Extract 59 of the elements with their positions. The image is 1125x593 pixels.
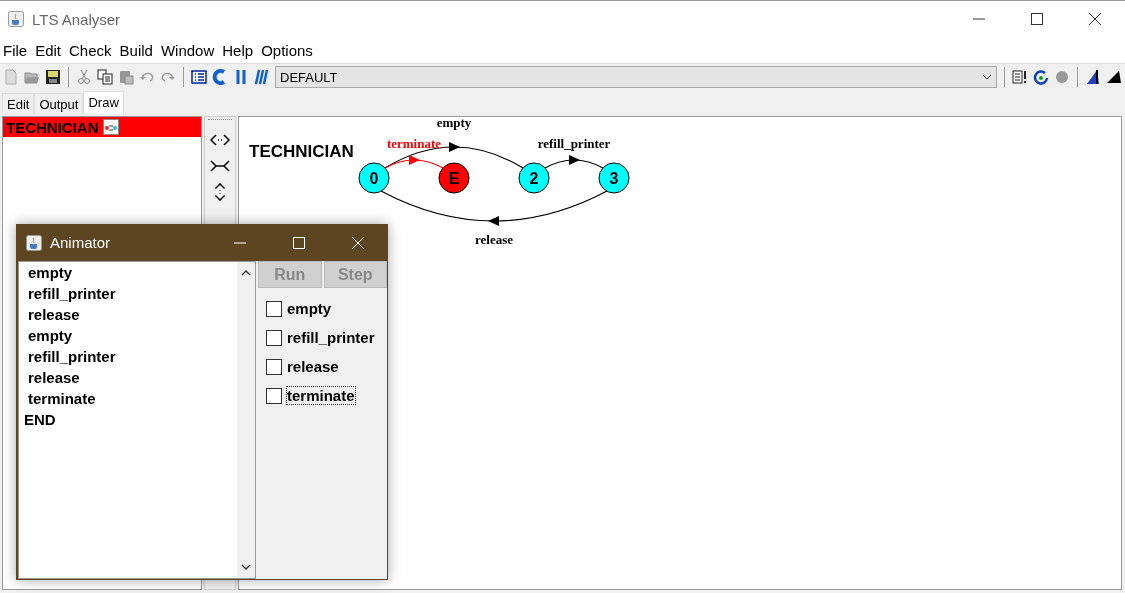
- action-label[interactable]: refill_printer: [286, 328, 376, 347]
- diagram-icon: [102, 119, 119, 135]
- action-label[interactable]: empty: [286, 299, 333, 318]
- close-icon[interactable]: [1089, 13, 1101, 25]
- menu-item[interactable]: Build: [119, 41, 153, 59]
- trace-entry: empty: [27, 264, 74, 283]
- app-cup-icon: [26, 234, 42, 251]
- triangle-icon[interactable]: [1106, 69, 1122, 85]
- tab[interactable]: Edit: [2, 93, 35, 114]
- state-node: 2: [518, 162, 550, 194]
- maximize-icon[interactable]: [1031, 13, 1043, 25]
- transition-label: empty: [436, 117, 472, 130]
- action-label[interactable]: release: [286, 357, 340, 376]
- state-node: E: [438, 162, 470, 194]
- c-shaped-icon[interactable]: [212, 69, 228, 85]
- paste-icon[interactable]: [118, 69, 134, 85]
- tab[interactable]: Output: [34, 93, 84, 114]
- trace-entry: refill_printer: [27, 285, 117, 304]
- triangle-icon[interactable]: [1085, 69, 1101, 85]
- menu-item[interactable]: Edit: [35, 41, 62, 59]
- state-node: 3: [598, 162, 630, 194]
- scissors-icon[interactable]: [76, 69, 92, 85]
- caret-icon: [982, 74, 992, 80]
- menu-item[interactable]: File: [3, 41, 28, 59]
- trace-entry: refill_printer: [27, 348, 117, 367]
- checkbox[interactable]: [266, 358, 282, 375]
- refresh-icon[interactable]: [1033, 69, 1049, 85]
- trace-entry: release: [27, 306, 81, 325]
- tab[interactable]: Draw: [83, 91, 124, 114]
- list-icon[interactable]: [191, 69, 207, 85]
- trace-entry: empty: [27, 327, 74, 346]
- slanted-bars-icon[interactable]: [254, 69, 270, 85]
- transition-label: terminate: [386, 136, 442, 151]
- state-node: 0: [358, 162, 390, 194]
- checkbox[interactable]: [266, 300, 282, 317]
- menu-item[interactable]: Check: [69, 41, 112, 59]
- copy-icon[interactable]: [97, 69, 113, 85]
- menu-item[interactable]: Window: [160, 41, 215, 59]
- transition-arrow: [544, 155, 604, 169]
- scroll-down-icon[interactable]: [241, 564, 251, 570]
- process-list-item[interactable]: TECHNICIAN: [3, 117, 201, 137]
- window-title: LTS Analyser: [32, 10, 121, 28]
- trace-entry: terminate: [27, 390, 97, 409]
- menu-item[interactable]: Help: [222, 41, 254, 59]
- checkbox[interactable]: [266, 329, 282, 346]
- transition-label: refill_printer: [537, 136, 611, 151]
- app-cup-icon: [8, 11, 24, 27]
- scroll-up-icon[interactable]: [241, 270, 251, 276]
- window-title: Animator: [50, 234, 111, 251]
- diagram-title: TECHNICIAN: [249, 142, 354, 162]
- menu-item[interactable]: Options: [261, 41, 313, 59]
- save-icon[interactable]: [45, 69, 61, 85]
- document-exclamation-icon[interactable]: [1012, 69, 1028, 85]
- transition-label: release: [475, 232, 513, 247]
- action-label[interactable]: terminate: [286, 386, 356, 405]
- trace-entry: END: [23, 411, 57, 430]
- trace-entry: release: [27, 369, 81, 388]
- checkbox[interactable]: [266, 387, 282, 404]
- target-dropdown[interactable]: DEFAULT: [275, 66, 997, 88]
